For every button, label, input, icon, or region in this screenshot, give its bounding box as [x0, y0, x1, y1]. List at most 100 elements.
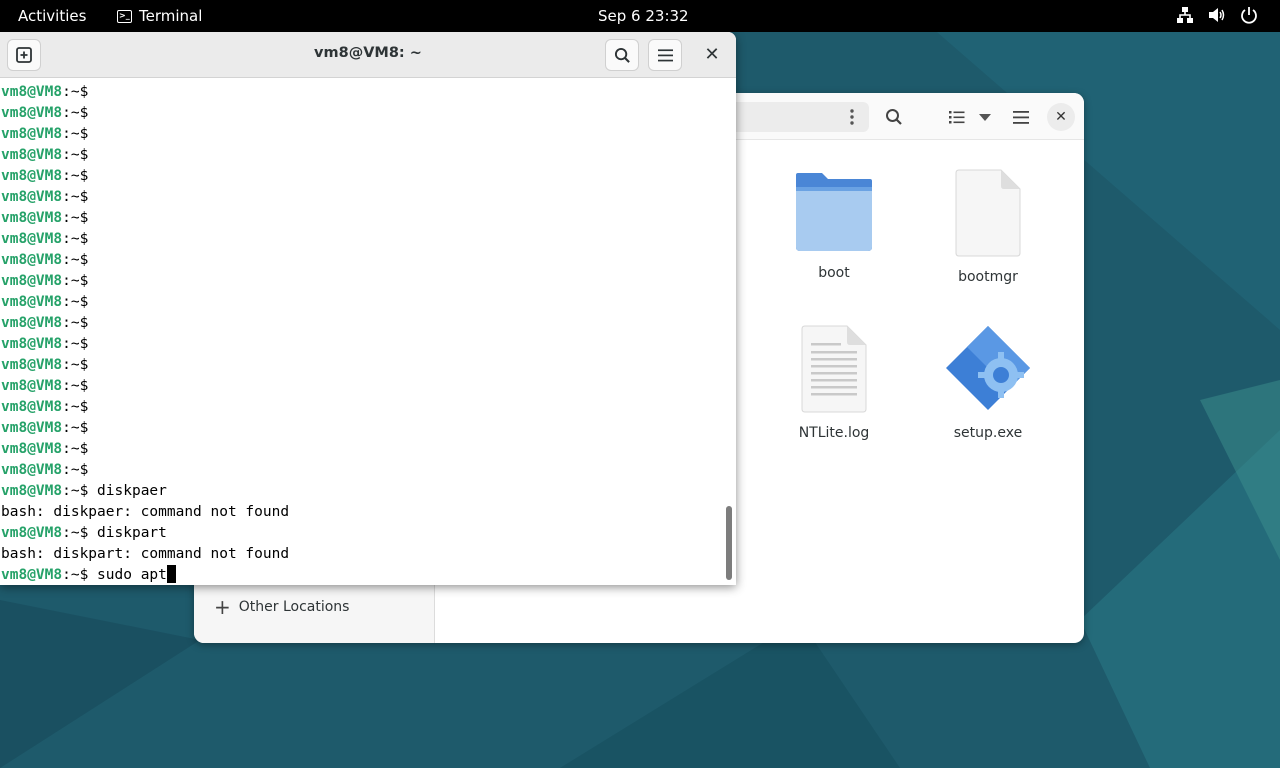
prompt-line: vm8@VM8:~$	[0, 313, 722, 334]
scrollbar-thumb[interactable]	[726, 506, 732, 580]
app-menu-label: Terminal	[139, 7, 203, 25]
prompt-user-host: vm8@VM8	[1, 126, 63, 142]
prompt-user-host: vm8@VM8	[1, 105, 63, 121]
menu-button[interactable]	[648, 39, 682, 71]
executable-icon	[946, 326, 1030, 410]
prompt-line: vm8@VM8:~$	[0, 334, 722, 355]
file-item-bootmgr[interactable]: bootmgr	[928, 169, 1048, 285]
blank-file-icon	[955, 169, 1021, 257]
prompt-line: vm8@VM8:~$	[0, 208, 722, 229]
file-item-setup-exe[interactable]: setup.exe	[928, 325, 1048, 441]
terminal-window[interactable]: vm8@VM8: ~ ✕ vm8@VM8:~$ vm8@VM8:~$ vm8@VM8…	[0, 32, 736, 585]
prompt-user-host: vm8@VM8	[1, 84, 63, 100]
app-menu[interactable]: >_ Terminal	[117, 7, 202, 25]
prompt-path: :~$	[62, 567, 89, 583]
text-file-icon	[801, 325, 867, 413]
prompt-user-host: vm8@VM8	[1, 315, 63, 331]
prompt-user-host: vm8@VM8	[1, 252, 63, 268]
prompt-line: vm8@VM8:~$	[0, 355, 722, 376]
prompt-user-host: vm8@VM8	[1, 189, 63, 205]
file-item-ntlite-log[interactable]: NTLite.log	[774, 325, 894, 441]
hamburger-menu-icon[interactable]	[1006, 102, 1036, 132]
sidebar-item-other-locations[interactable]: + Other Locations	[214, 597, 350, 617]
search-icon[interactable]	[879, 102, 909, 132]
prompt-user-host: vm8@VM8	[1, 231, 63, 247]
prompt-line: vm8@VM8:~$	[0, 103, 722, 124]
prompt-path: :~$	[62, 525, 89, 541]
prompt-line: vm8@VM8:~$	[0, 460, 722, 481]
top-bar: Activities >_ Terminal Sep 6 23:32	[0, 0, 1280, 32]
prompt-path: :~$	[62, 483, 89, 499]
list-view-icon[interactable]	[942, 102, 972, 132]
prompt-path: :~$	[62, 273, 89, 289]
prompt-user-host: vm8@VM8	[1, 462, 63, 478]
activities-button[interactable]: Activities	[18, 7, 86, 25]
prompt-user-host: vm8@VM8	[1, 273, 63, 289]
prompt-line: vm8@VM8:~$	[0, 250, 722, 271]
close-icon: ✕	[704, 44, 720, 65]
prompt-path: :~$	[62, 462, 89, 478]
prompt-path: :~$	[62, 210, 89, 226]
command-text: diskpaer	[88, 483, 167, 499]
prompt-line: vm8@VM8:~$	[0, 439, 722, 460]
prompt-line: vm8@VM8:~$ sudo apt	[0, 565, 722, 585]
path-menu-icon[interactable]	[837, 102, 867, 132]
prompt-user-host: vm8@VM8	[1, 525, 63, 541]
prompt-line: vm8@VM8:~$	[0, 124, 722, 145]
output-line: bash: diskpaer: command not found	[0, 502, 722, 523]
prompt-line: vm8@VM8:~$	[0, 376, 722, 397]
folder-icon	[796, 173, 872, 251]
prompt-path: :~$	[62, 294, 89, 310]
prompt-line: vm8@VM8:~$	[0, 82, 722, 103]
volume-icon	[1208, 6, 1226, 24]
prompt-path: :~$	[62, 357, 89, 373]
prompt-user-host: vm8@VM8	[1, 168, 63, 184]
prompt-user-host: vm8@VM8	[1, 357, 63, 373]
prompt-path: :~$	[62, 441, 89, 457]
prompt-path: :~$	[62, 168, 89, 184]
prompt-path: :~$	[62, 336, 89, 352]
prompt-line: vm8@VM8:~$	[0, 418, 722, 439]
prompt-path: :~$	[62, 315, 89, 331]
prompt-path: :~$	[62, 126, 89, 142]
file-name: NTLite.log	[798, 425, 870, 441]
prompt-user-host: vm8@VM8	[1, 147, 63, 163]
power-icon	[1240, 6, 1258, 24]
prompt-user-host: vm8@VM8	[1, 294, 63, 310]
prompt-user-host: vm8@VM8	[1, 336, 63, 352]
terminal-output[interactable]: vm8@VM8:~$ vm8@VM8:~$ vm8@VM8:~$ vm8@VM8:~$…	[0, 79, 722, 585]
prompt-path: :~$	[62, 147, 89, 163]
command-output: bash: diskpaer: command not found	[1, 504, 290, 520]
sidebar-item-label: Other Locations	[238, 599, 350, 615]
file-name: bootmgr	[958, 269, 1018, 285]
prompt-user-host: vm8@VM8	[1, 483, 63, 499]
prompt-path: :~$	[62, 105, 89, 121]
search-button[interactable]	[605, 39, 639, 71]
prompt-path: :~$	[62, 231, 89, 247]
prompt-line: vm8@VM8:~$	[0, 397, 722, 418]
view-options-chevron-icon[interactable]	[970, 102, 1000, 132]
clock[interactable]: Sep 6 23:32	[598, 7, 689, 25]
close-icon[interactable]: ✕	[1047, 103, 1075, 131]
file-item-boot[interactable]: boot	[774, 171, 894, 281]
prompt-path: :~$	[62, 420, 89, 436]
prompt-path: :~$	[62, 84, 89, 100]
search-icon	[614, 47, 630, 63]
close-button[interactable]: ✕	[700, 44, 724, 68]
prompt-path: :~$	[62, 378, 89, 394]
prompt-user-host: vm8@VM8	[1, 441, 63, 457]
network-icon	[1176, 6, 1194, 24]
prompt-user-host: vm8@VM8	[1, 210, 63, 226]
file-name: setup.exe	[953, 425, 1023, 441]
system-tray[interactable]	[1176, 6, 1258, 24]
prompt-line: vm8@VM8:~$ diskpaer	[0, 481, 722, 502]
command-output: bash: diskpart: command not found	[1, 546, 290, 562]
command-text: diskpart	[88, 525, 167, 541]
prompt-path: :~$	[62, 252, 89, 268]
prompt-line: vm8@VM8:~$	[0, 166, 722, 187]
terminal-titlebar[interactable]: vm8@VM8: ~ ✕	[0, 32, 736, 78]
file-name: boot	[818, 265, 850, 281]
text-cursor	[166, 565, 176, 583]
prompt-user-host: vm8@VM8	[1, 567, 63, 583]
prompt-user-host: vm8@VM8	[1, 420, 63, 436]
